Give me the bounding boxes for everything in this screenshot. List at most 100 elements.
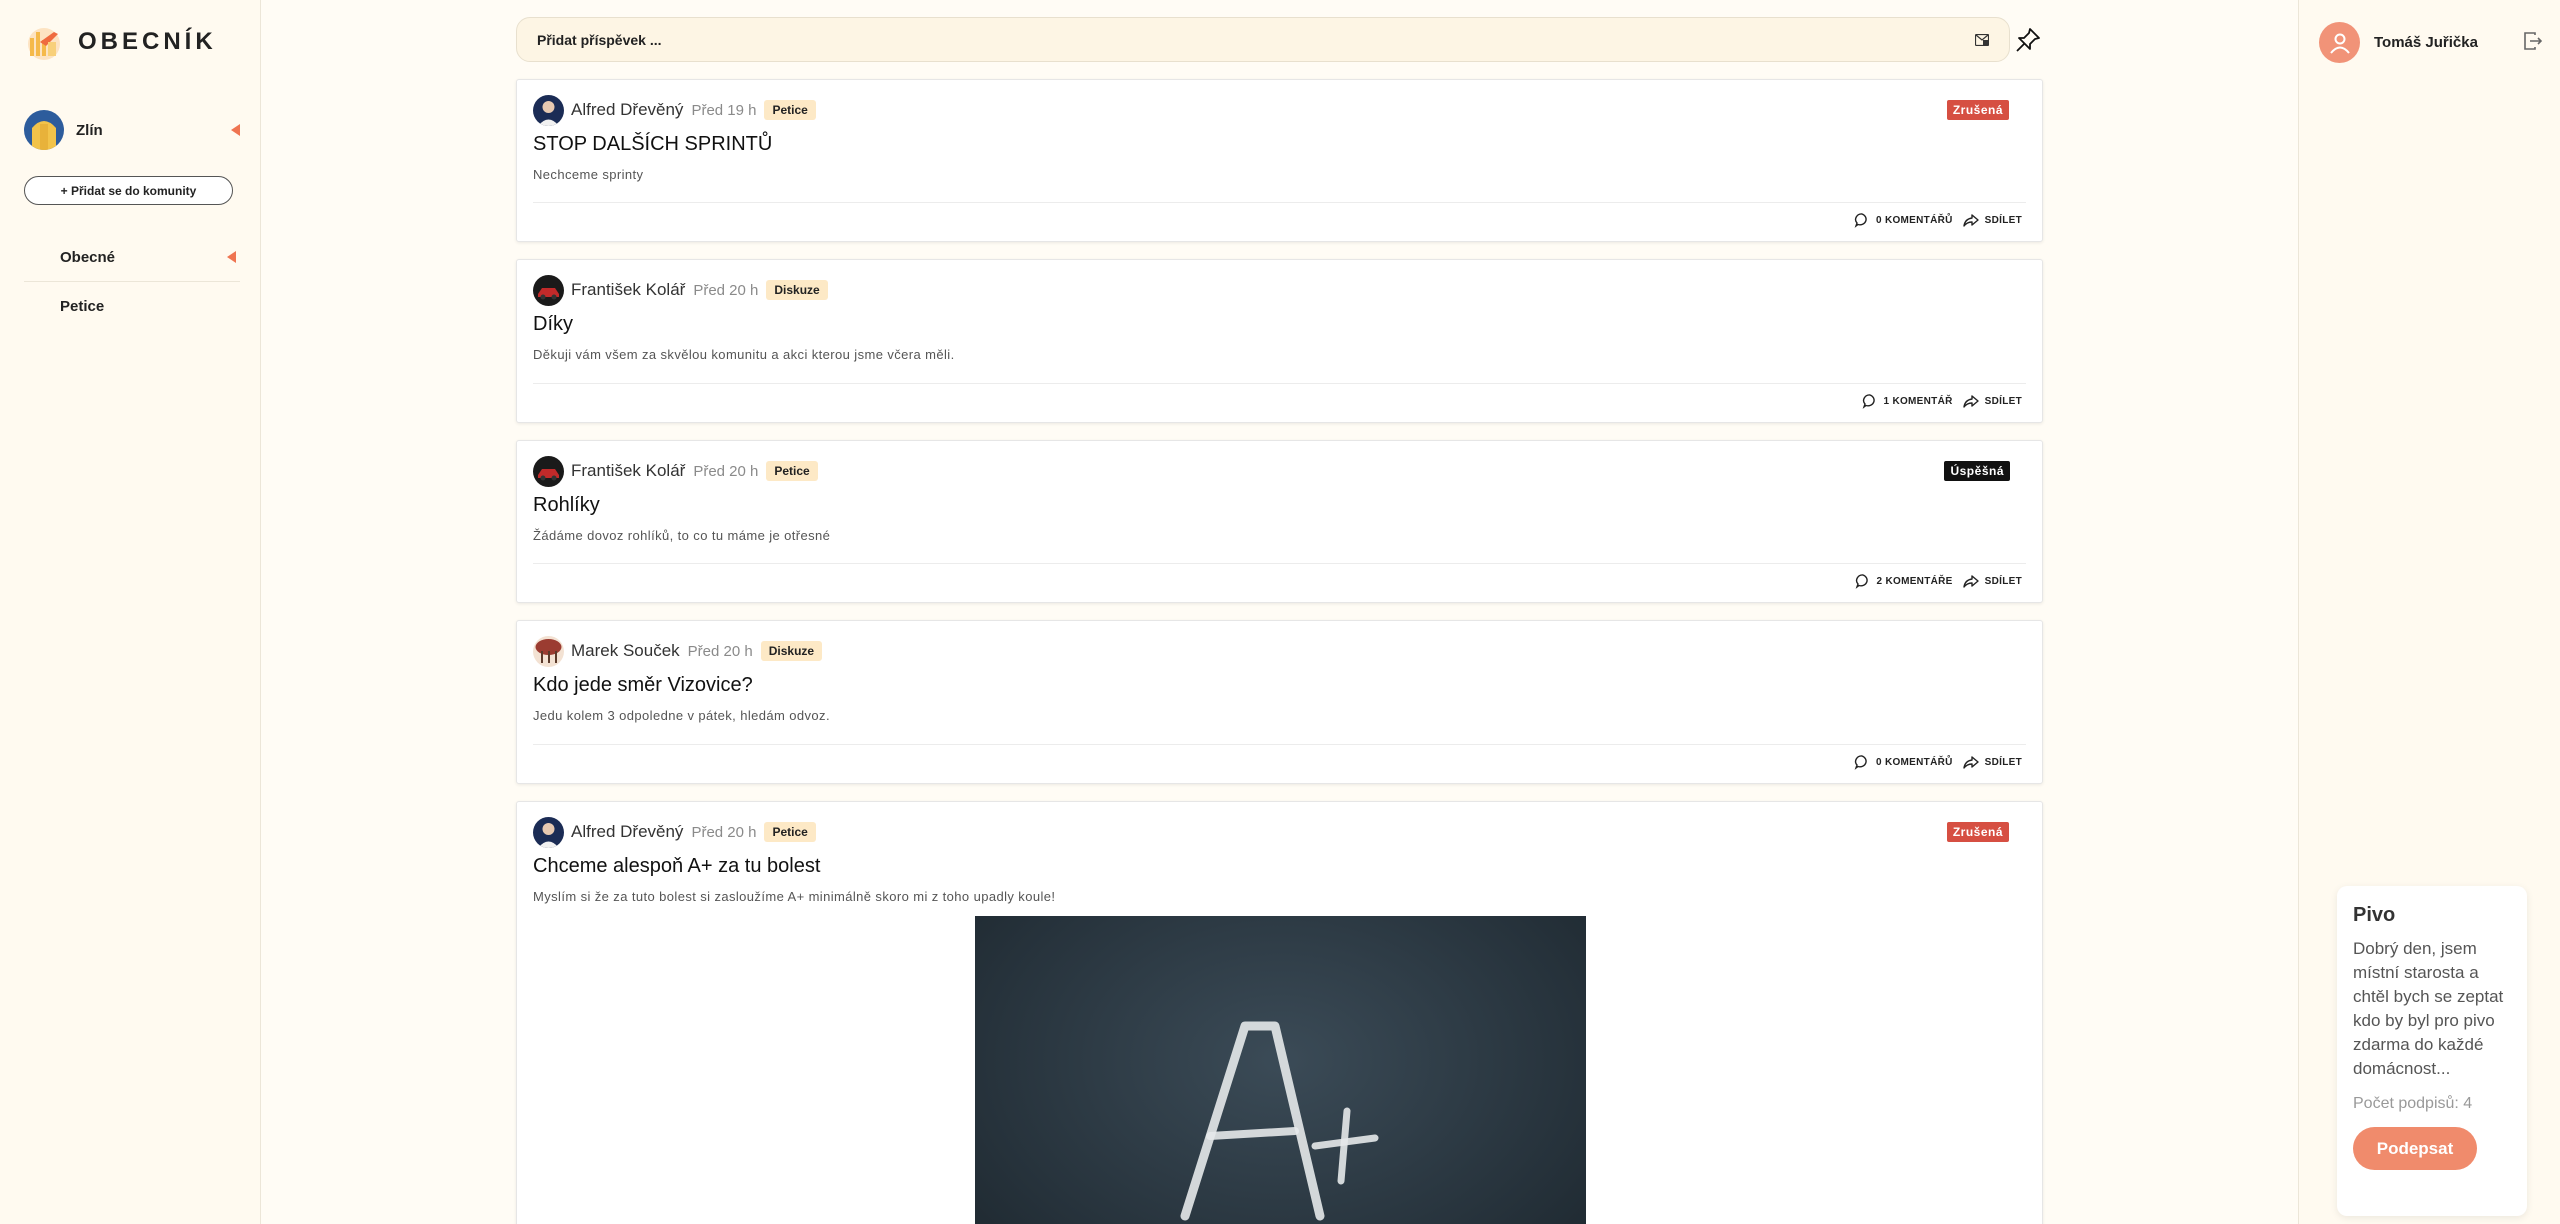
share-button[interactable]: SDÍLET bbox=[1962, 754, 2022, 770]
post-title[interactable]: Chceme alespoň A+ za tu bolest bbox=[533, 855, 820, 878]
community-avatar bbox=[24, 110, 64, 150]
post-title[interactable]: Kdo jede směr Vizovice? bbox=[533, 674, 753, 697]
post-time: Před 20 h bbox=[691, 823, 757, 841]
pin-icon[interactable] bbox=[2014, 26, 2042, 54]
post-footer: 0 KOMENTÁŘŮ SDÍLET bbox=[1854, 754, 2022, 770]
share-label: SDÍLET bbox=[1984, 214, 2022, 226]
petition-card[interactable]: Pivo Dobrý den, jsem místní starosta a c… bbox=[2337, 886, 2527, 1216]
post-card[interactable]: Marek Souček Před 20 h Diskuze Kdo jede … bbox=[516, 620, 2043, 784]
post-body: Nechceme sprinty bbox=[533, 167, 644, 182]
community-nav: Obecné Petice bbox=[24, 233, 240, 331]
post-time: Před 20 h bbox=[693, 281, 759, 299]
comment-icon bbox=[1862, 394, 1875, 409]
post-body: Myslím si že za tuto bolest si zasloužím… bbox=[533, 889, 1056, 904]
comments-label: 1 KOMENTÁŘ bbox=[1883, 395, 1953, 407]
logout-icon[interactable] bbox=[2523, 31, 2543, 51]
comments-button[interactable]: 2 KOMENTÁŘE bbox=[1855, 573, 1953, 589]
comments-button[interactable]: 0 KOMENTÁŘŮ bbox=[1854, 212, 1953, 228]
share-icon bbox=[1962, 756, 1979, 769]
post-card[interactable]: František Kolář Před 20 h Petice Úspěšná… bbox=[516, 440, 2043, 603]
user-icon bbox=[2329, 33, 2350, 54]
post-time: Před 19 h bbox=[691, 101, 757, 119]
sidebar-item-label: Obecné bbox=[60, 248, 116, 266]
comments-button[interactable]: 1 KOMENTÁŘ bbox=[1862, 393, 1953, 409]
divider bbox=[533, 202, 2026, 203]
composer-placeholder: Přidat příspěvek ... bbox=[537, 31, 662, 48]
author-avatar[interactable] bbox=[533, 455, 564, 487]
author-avatar[interactable] bbox=[533, 274, 564, 306]
author-avatar[interactable] bbox=[533, 816, 564, 848]
post-tag: Diskuze bbox=[760, 641, 823, 661]
chalkboard-a-plus-image bbox=[1180, 1021, 1379, 1221]
new-post-composer[interactable]: Přidat příspěvek ... bbox=[516, 17, 2010, 62]
share-icon bbox=[1962, 214, 1979, 227]
comments-label: 0 KOMENTÁŘŮ bbox=[1876, 214, 1953, 226]
comment-icon bbox=[1854, 755, 1867, 770]
post-card[interactable]: Alfred Dřevěný Před 20 h Petice Zrušená … bbox=[516, 801, 2043, 1224]
author-avatar[interactable] bbox=[533, 635, 564, 667]
post-author[interactable]: František Kolář bbox=[571, 280, 685, 300]
post-card[interactable]: František Kolář Před 20 h Diskuze Díky D… bbox=[516, 259, 2043, 423]
status-badge: Zrušená bbox=[1946, 100, 2009, 120]
post-header: František Kolář Před 20 h Diskuze bbox=[533, 274, 828, 306]
petition-text: Dobrý den, jsem místní starosta a chtěl … bbox=[2353, 939, 2504, 1078]
comments-button[interactable]: 0 KOMENTÁŘŮ bbox=[1854, 754, 1953, 770]
send-icon[interactable] bbox=[1975, 33, 1989, 46]
post-title[interactable]: Díky bbox=[533, 313, 573, 336]
post-tag: Petice bbox=[764, 100, 816, 120]
petition-title: Pivo bbox=[2353, 904, 2396, 926]
share-button[interactable]: SDÍLET bbox=[1962, 573, 2022, 589]
post-header: Alfred Dřevěný Před 19 h Petice bbox=[533, 94, 816, 126]
sidebar-item-obecne[interactable]: Obecné bbox=[24, 233, 240, 282]
post-body: Žádáme dovoz rohlíků, to co tu máme je o… bbox=[533, 528, 831, 543]
comment-icon bbox=[1855, 574, 1868, 589]
user-profile[interactable]: Tomáš Juřička bbox=[2319, 22, 2478, 63]
community-selector[interactable]: Zlín bbox=[24, 108, 240, 152]
app-name: OBECNÍK bbox=[78, 28, 217, 55]
share-label: SDÍLET bbox=[1984, 575, 2022, 587]
post-title[interactable]: Rohlíky bbox=[533, 494, 600, 517]
post-footer: 0 KOMENTÁŘŮ SDÍLET bbox=[1854, 212, 2022, 228]
user-avatar bbox=[2319, 22, 2360, 63]
share-icon bbox=[1962, 575, 1979, 588]
user-name: Tomáš Juřička bbox=[2374, 34, 2478, 51]
car-avatar-icon bbox=[533, 455, 564, 487]
post-author[interactable]: Marek Souček bbox=[571, 641, 680, 661]
comment-icon bbox=[1854, 213, 1867, 228]
post-tag: Petice bbox=[766, 461, 818, 481]
post-card[interactable]: Alfred Dřevěný Před 19 h Petice Zrušená … bbox=[516, 79, 2043, 242]
post-footer: 1 KOMENTÁŘ SDÍLET bbox=[1862, 393, 2022, 409]
join-community-button[interactable]: + Přidat se do komunity bbox=[24, 176, 233, 205]
post-header: František Kolář Před 20 h Petice bbox=[533, 455, 818, 487]
post-author[interactable]: František Kolář bbox=[571, 461, 685, 481]
post-time: Před 20 h bbox=[693, 462, 759, 480]
app-logo[interactable]: OBECNÍK bbox=[24, 22, 217, 62]
status-badge: Úspěšná bbox=[1944, 461, 2010, 481]
post-footer: 2 KOMENTÁŘE SDÍLET bbox=[1855, 573, 2022, 589]
left-sidebar: OBECNÍK Zlín + Přidat se do komunity Obe… bbox=[0, 0, 261, 1224]
divider bbox=[533, 563, 2026, 564]
post-image[interactable] bbox=[975, 916, 1586, 1224]
comments-label: 0 KOMENTÁŘŮ bbox=[1876, 756, 1953, 768]
post-header: Alfred Dřevěný Před 20 h Petice bbox=[533, 816, 816, 848]
right-sidebar: Tomáš Juřička Pivo Dobrý den, jsem místn… bbox=[2298, 0, 2560, 1224]
post-tag: Diskuze bbox=[766, 280, 828, 300]
share-button[interactable]: SDÍLET bbox=[1962, 212, 2022, 228]
divider bbox=[533, 383, 2026, 384]
share-label: SDÍLET bbox=[1984, 395, 2022, 407]
logo-icon bbox=[28, 28, 60, 60]
post-author[interactable]: Alfred Dřevěný bbox=[571, 100, 683, 120]
post-time: Před 20 h bbox=[687, 642, 753, 660]
comments-label: 2 KOMENTÁŘE bbox=[1876, 575, 1953, 587]
author-avatar[interactable] bbox=[533, 94, 564, 126]
share-button[interactable]: SDÍLET bbox=[1962, 393, 2022, 409]
community-emblem-icon bbox=[24, 110, 64, 150]
sign-button[interactable]: Podepsat bbox=[2353, 1127, 2477, 1170]
sidebar-item-label: Petice bbox=[60, 298, 105, 315]
post-author[interactable]: Alfred Dřevěný bbox=[571, 822, 683, 842]
person-avatar-icon bbox=[533, 94, 564, 126]
sidebar-item-petice[interactable]: Petice bbox=[24, 282, 240, 331]
post-body: Děkuji vám všem za skvělou komunitu a ak… bbox=[533, 347, 955, 362]
post-title[interactable]: STOP DALŠÍCH SPRINTŮ bbox=[533, 133, 772, 156]
tree-avatar-icon bbox=[533, 635, 564, 667]
